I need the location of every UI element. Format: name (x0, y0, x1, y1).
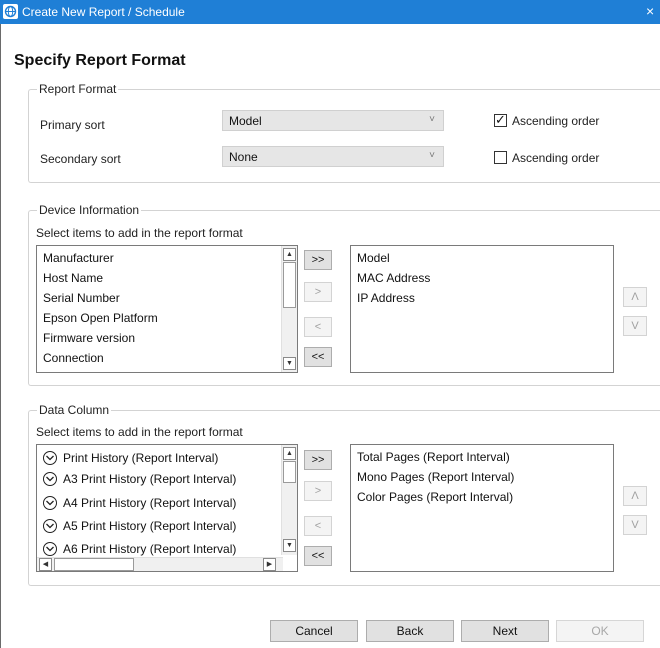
secondary-ascending-checkbox[interactable] (494, 151, 507, 164)
secondary-ascending-label: Ascending order (512, 151, 600, 165)
remove-all-button[interactable]: << (304, 546, 332, 566)
close-icon[interactable]: × (646, 3, 660, 19)
remove-button[interactable]: < (304, 516, 332, 536)
primary-ascending-label: Ascending order (512, 114, 600, 128)
secondary-sort-select[interactable]: None ˅ (222, 146, 444, 167)
window-title: Create New Report / Schedule (22, 5, 185, 19)
move-up-button[interactable]: Λ (623, 287, 647, 307)
scrollbar-thumb[interactable] (54, 558, 134, 571)
move-down-button[interactable]: V (623, 515, 647, 535)
list-item[interactable]: Manufacturer (43, 251, 114, 265)
chevron-down-icon: ˅ (429, 114, 435, 125)
list-item[interactable]: Serial Number (43, 291, 120, 305)
primary-ascending-checkbox[interactable]: ✓ (494, 112, 507, 127)
primary-sort-label: Primary sort (40, 118, 105, 132)
list-item[interactable]: Color Pages (Report Interval) (357, 490, 513, 504)
data-column-horizontal-scrollbar[interactable]: ◀ ▶ (37, 557, 283, 571)
cancel-button[interactable]: Cancel (270, 620, 358, 642)
move-up-button[interactable]: Λ (623, 486, 647, 506)
list-item[interactable]: A5 Print History (Report Interval) (63, 519, 236, 533)
add-button[interactable]: > (304, 282, 332, 302)
back-button[interactable]: Back (366, 620, 454, 642)
data-column-group-title: Data Column (37, 403, 112, 417)
list-item[interactable]: Epson Open Platform (43, 311, 158, 325)
list-item[interactable]: A4 Print History (Report Interval) (63, 496, 236, 510)
list-item[interactable]: A3 Print History (Report Interval) (63, 472, 236, 486)
primary-sort-select[interactable]: Model ˅ (222, 110, 444, 131)
checkmark-icon: ✓ (495, 112, 506, 127)
device-instruction: Select items to add in the report format (36, 226, 243, 240)
data-column-instruction: Select items to add in the report format (36, 425, 243, 439)
window-titlebar: Create New Report / Schedule × (0, 0, 660, 24)
data-column-available-list[interactable]: Print History (Report Interval) A3 Print… (36, 444, 298, 572)
ok-button[interactable]: OK (556, 620, 644, 642)
scrollbar-thumb[interactable] (283, 461, 296, 483)
secondary-sort-label: Secondary sort (40, 152, 121, 166)
scroll-down-icon[interactable]: ▼ (283, 539, 296, 552)
remove-button[interactable]: < (304, 317, 332, 337)
add-all-button[interactable]: >> (304, 450, 332, 470)
chevron-down-circle-icon[interactable] (43, 519, 57, 533)
device-available-list[interactable]: Manufacturer Host Name Serial Number Eps… (36, 245, 298, 373)
scroll-right-icon[interactable]: ▶ (263, 558, 276, 571)
scroll-down-icon[interactable]: ▼ (283, 357, 296, 370)
scroll-left-icon[interactable]: ◀ (39, 558, 52, 571)
list-item[interactable]: IP Address (357, 291, 415, 305)
scrollbar-thumb[interactable] (283, 262, 296, 308)
scroll-up-icon[interactable]: ▲ (283, 248, 296, 261)
remove-all-button[interactable]: << (304, 347, 332, 367)
list-item[interactable]: Firmware version (43, 331, 135, 345)
data-column-list-scrollbar[interactable]: ▲ ▼ (281, 445, 297, 555)
scroll-up-icon[interactable]: ▲ (283, 447, 296, 460)
chevron-down-circle-icon[interactable] (43, 496, 57, 510)
list-item[interactable]: Print History (Report Interval) (63, 451, 218, 465)
primary-sort-value: Model (229, 114, 262, 128)
report-format-group-title: Report Format (37, 82, 119, 96)
add-all-button[interactable]: >> (304, 250, 332, 270)
list-item[interactable]: Connection (43, 351, 104, 365)
list-item[interactable]: A6 Print History (Report Interval) (63, 542, 236, 556)
secondary-sort-value: None (229, 150, 258, 164)
list-item[interactable]: Mono Pages (Report Interval) (357, 470, 514, 484)
report-format-group: Report Format (28, 82, 660, 183)
app-globe-icon (3, 4, 18, 19)
device-information-group-title: Device Information (37, 203, 142, 217)
list-item[interactable]: Total Pages (Report Interval) (357, 450, 510, 464)
device-selected-list[interactable]: Model MAC Address IP Address (350, 245, 614, 373)
device-list-scrollbar[interactable]: ▲ ▼ (281, 246, 297, 372)
list-item[interactable]: Model (357, 251, 390, 265)
chevron-down-circle-icon[interactable] (43, 451, 57, 465)
page-title: Specify Report Format (14, 52, 186, 69)
add-button[interactable]: > (304, 481, 332, 501)
list-item[interactable]: Host Name (43, 271, 103, 285)
chevron-down-icon: ˅ (429, 150, 435, 161)
chevron-down-circle-icon[interactable] (43, 472, 57, 486)
chevron-down-circle-icon[interactable] (43, 542, 57, 556)
list-item[interactable]: MAC Address (357, 271, 430, 285)
data-column-selected-list[interactable]: Total Pages (Report Interval) Mono Pages… (350, 444, 614, 572)
next-button[interactable]: Next (461, 620, 549, 642)
move-down-button[interactable]: V (623, 316, 647, 336)
